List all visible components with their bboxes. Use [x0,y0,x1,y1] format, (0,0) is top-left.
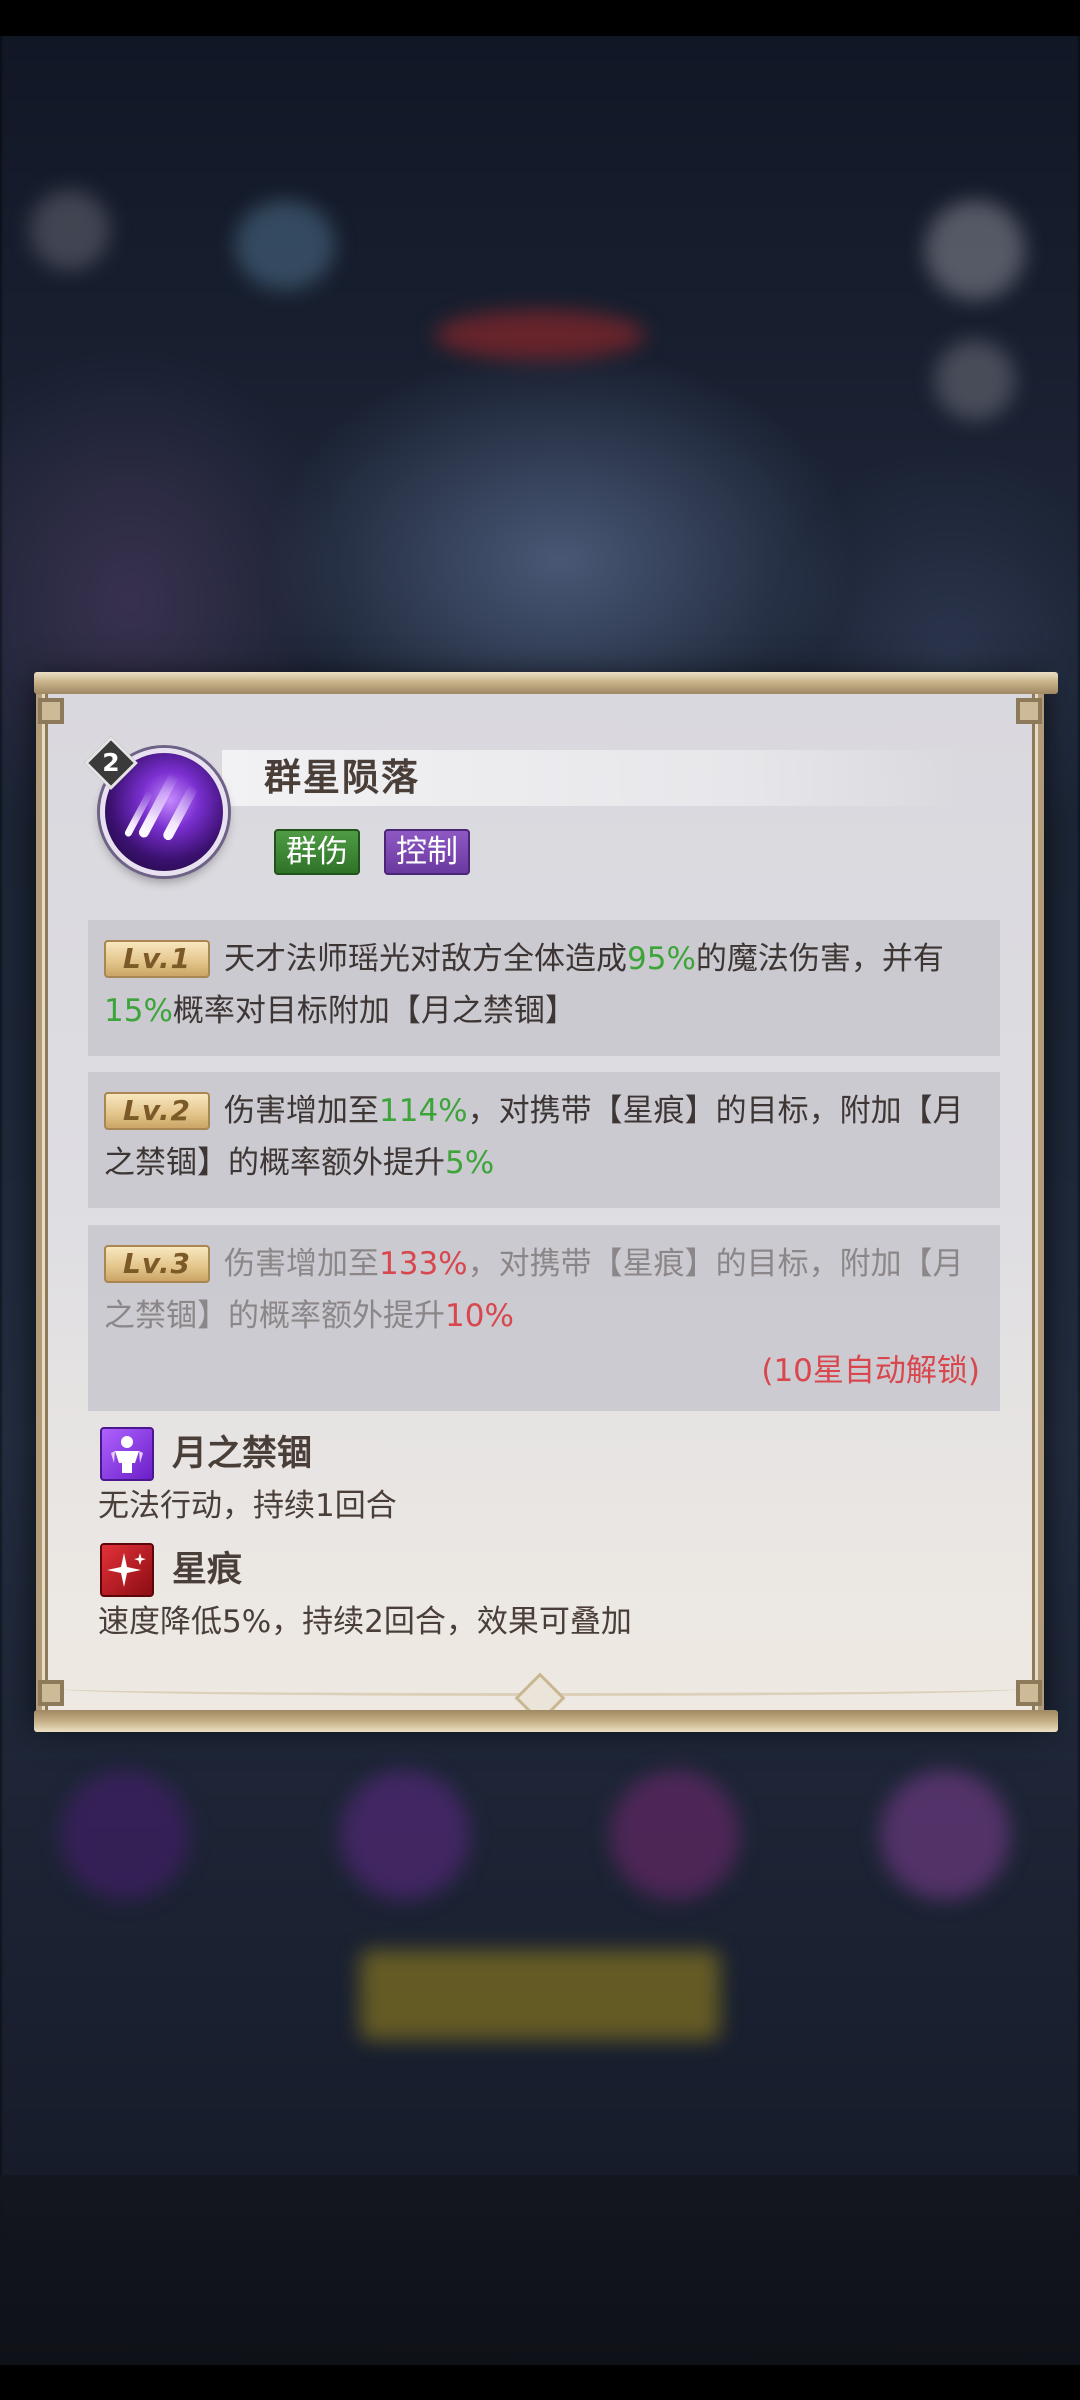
level-description: 伤害增加至114%，对携带【星痕】的目标，附加【月之禁锢】的概率额外提升5% [104,1093,964,1181]
level-row-3-locked: Lv.3 伤害增加至133%，对携带【星痕】的目标，附加【月之禁锢】的概率额外提… [88,1225,1000,1411]
blurred-action-button [360,1950,720,2040]
effect-name: 星痕 [172,1550,243,1590]
blurred-skill-slot [340,1770,470,1900]
frame-corner-ornament [1016,1680,1042,1706]
level-row-1: Lv.1 天才法师瑶光对敌方全体造成95%的魔法伤害，并有15%概率对目标附加【… [88,920,1000,1056]
imprison-figure-icon [100,1427,154,1481]
chance-value: 15% [104,993,173,1029]
skill-level-number: 2 [102,748,120,777]
blurred-skill-slot [610,1770,740,1900]
dialog-frame-bottom [34,1710,1058,1732]
blurred-bottom-nav [0,2175,1080,2365]
unlock-hint: (10星自动解锁) [761,1353,980,1389]
status-bar [0,0,1080,36]
dialog-frame-top [34,672,1058,694]
blurred-back-button-icon [30,190,110,270]
damage-value: 95% [627,941,696,977]
system-nav-bar [0,2365,1080,2400]
sparkle-star-icon [100,1543,154,1597]
tag-aoe-damage: 群伤 [274,829,360,875]
blurred-skill-slot [880,1770,1010,1900]
level-row-2: Lv.2 伤害增加至114%，对携带【星痕】的目标，附加【月之禁锢】的概率额外提… [88,1072,1000,1208]
frame-corner-ornament [1016,698,1042,724]
effect-name: 月之禁锢 [172,1434,313,1474]
chance-value: 5% [445,1145,495,1181]
damage-value: 114% [379,1093,468,1129]
effect-description: 无法行动，持续1回合 [98,1488,397,1524]
blurred-element-icon [235,200,335,290]
skill-name: 群星陨落 [264,756,420,799]
blurred-round-button-icon [925,200,1025,300]
level-description: 伤害增加至133%，对携带【星痕】的目标，附加【月之禁锢】的概率额外提升10% [104,1246,964,1334]
level-description: 天才法师瑶光对敌方全体造成95%的魔法伤害，并有15%概率对目标附加【月之禁锢】 [104,941,944,1029]
frame-corner-ornament [38,1680,64,1706]
skill-detail-dialog: 2 群星陨落 群伤 控制 Lv.1 天才法师瑶光对敌方全体造成95%的魔法伤害，… [34,672,1058,1732]
effect-description: 速度降低5%，持续2回合，效果可叠加 [98,1604,632,1640]
tag-control: 控制 [384,829,470,875]
blurred-star-row [435,310,645,360]
chance-value: 10% [445,1298,514,1334]
blurred-skill-slot [60,1770,190,1900]
blurred-round-button-icon [935,340,1015,420]
damage-value: 133% [379,1246,468,1282]
frame-corner-ornament [38,698,64,724]
